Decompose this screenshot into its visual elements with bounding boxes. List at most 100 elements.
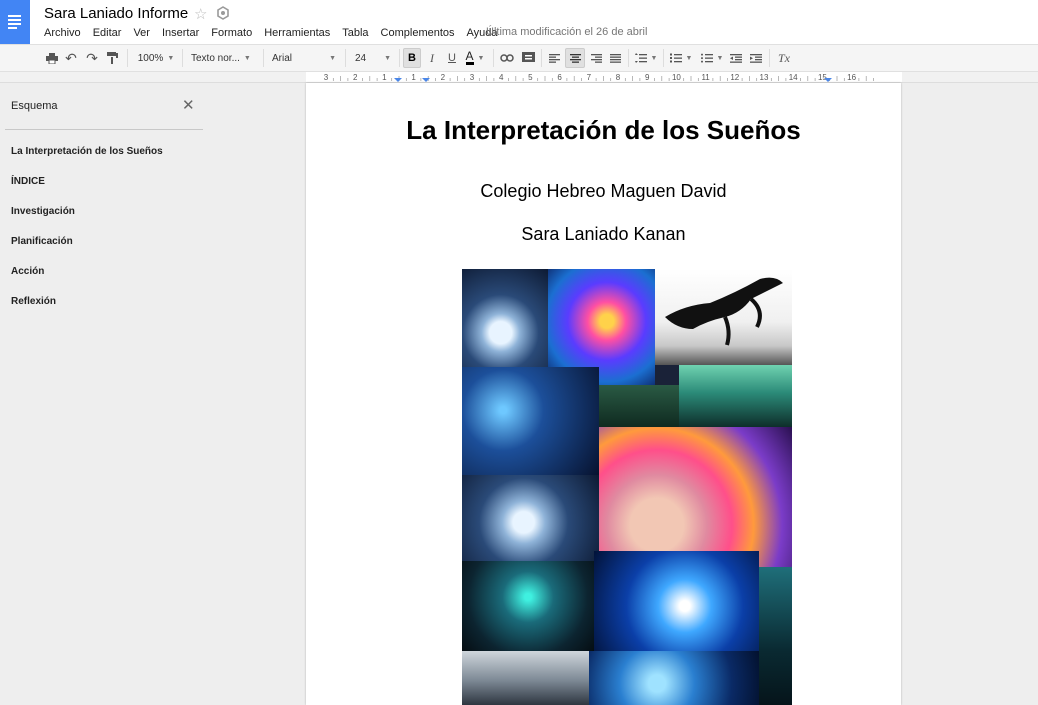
- print-icon[interactable]: [44, 48, 60, 68]
- numbered-list-icon[interactable]: ▼: [667, 48, 695, 68]
- ruler-tick-label: 11: [701, 73, 710, 82]
- align-right-icon[interactable]: [587, 48, 605, 68]
- insert-comment-icon[interactable]: [519, 48, 537, 68]
- outline-item-planificacion[interactable]: Planificación: [11, 236, 73, 247]
- collage-tile-woman-face-nebula: [599, 427, 792, 567]
- chevron-down-icon: ▼: [716, 54, 724, 62]
- move-to-folder-icon[interactable]: [215, 6, 231, 20]
- document-title[interactable]: Sara Laniado Informe: [44, 5, 188, 22]
- document-heading[interactable]: La Interpretación de los Sueños: [306, 115, 901, 146]
- outline-item-investigacion[interactable]: Investigación: [11, 206, 75, 217]
- ruler-tick-label: 4: [499, 73, 504, 82]
- outline-item-indice[interactable]: ÍNDICE: [11, 176, 45, 187]
- docs-app: Sara Laniado Informe ☆ Archivo Editar Ve…: [0, 0, 1038, 705]
- menu-archivo[interactable]: Archivo: [44, 27, 81, 41]
- align-center-icon[interactable]: [565, 48, 585, 68]
- style-value: Texto nor...: [191, 52, 240, 64]
- bold-button[interactable]: B: [403, 48, 421, 68]
- collage-tile-dream-orb: [462, 269, 548, 367]
- menu-ver[interactable]: Ver: [133, 27, 150, 41]
- clear-formatting-button[interactable]: Tx: [774, 48, 794, 68]
- line-spacing-icon[interactable]: ▼: [633, 48, 659, 68]
- ruler-tick-label: 10: [672, 73, 681, 82]
- ruler-tick-label: 6: [557, 73, 562, 82]
- document-author[interactable]: Sara Laniado Kanan: [306, 224, 901, 245]
- ruler-tick-label: 3: [324, 73, 329, 82]
- ruler-tick-label: 14: [789, 73, 798, 82]
- collage-tile-sleeping-man: [462, 651, 589, 705]
- menu-complementos[interactable]: Complementos: [381, 27, 455, 41]
- font-size-value: 24: [355, 52, 367, 64]
- chevron-down-icon: ▼: [167, 54, 175, 62]
- justify-icon[interactable]: [606, 48, 624, 68]
- toolbar: ↶ ↷ 100% ▼ Texto nor... ▼ Arial ▼ 24 ▼ B I U…: [0, 44, 1038, 72]
- ruler-tick-label: 2: [353, 73, 358, 82]
- menu-formato[interactable]: Formato: [211, 27, 252, 41]
- paragraph-style-dropdown[interactable]: Texto nor... ▼: [187, 48, 259, 68]
- ruler-tick-label: 3: [470, 73, 475, 82]
- chevron-down-icon: ▼: [477, 54, 485, 62]
- collage-tile-blue-head-brain: [594, 551, 759, 651]
- ruler-tick-label: 2: [441, 73, 446, 82]
- ruler: 3 2 1 1 2 3 4 5 6 7 8 9 10 11 12 13 14 15 16: [0, 72, 1038, 83]
- header: Sara Laniado Informe ☆ Archivo Editar Ve…: [0, 0, 1038, 44]
- docs-home-icon[interactable]: [0, 0, 30, 44]
- collage-tile-electric-brain: [589, 651, 759, 705]
- document-outline-panel: Esquema ✕ La Interpretación de los Sueño…: [0, 83, 306, 705]
- collage-tile-man-in-fog: [679, 365, 792, 427]
- collage-tile-levitating-figure: [655, 269, 792, 365]
- last-modified-text[interactable]: Última modificación el 26 de abril: [486, 26, 647, 38]
- ruler-ticks: 3 2 1 1 2 3 4 5 6 7 8 9 10 11 12 13 14 15 16: [324, 73, 874, 82]
- floating-figure-silhouette: [665, 277, 783, 346]
- font-size-dropdown[interactable]: 24 ▼: [351, 48, 395, 68]
- ruler-tick-label: 16: [847, 73, 856, 82]
- collage-tile-glowing-particles: [462, 561, 594, 651]
- chevron-down-icon: ▼: [329, 54, 336, 62]
- menu-tabla[interactable]: Tabla: [342, 27, 368, 41]
- undo-icon[interactable]: ↶: [63, 48, 79, 68]
- outline-divider: [5, 129, 203, 130]
- chevron-down-icon: ▼: [650, 54, 658, 62]
- chevron-down-icon: ▼: [384, 54, 391, 62]
- menu-bar: Archivo Editar Ver Insertar Formato Herr…: [44, 27, 510, 41]
- ruler-tick-label: 1: [382, 73, 387, 82]
- cover-collage-image[interactable]: [462, 269, 792, 705]
- outline-item-titulo[interactable]: La Interpretación de los Sueños: [11, 146, 163, 157]
- collage-tile-teal-strip: [759, 567, 792, 705]
- text-color-button[interactable]: A ▼: [463, 48, 487, 68]
- outline-item-reflexion[interactable]: Reflexión: [11, 296, 56, 307]
- collage-tile-starry-water: [462, 367, 599, 475]
- document-canvas: La Interpretación de los Sueños Colegio …: [306, 83, 1038, 705]
- outline-item-accion[interactable]: Acción: [11, 266, 44, 277]
- star-icon[interactable]: ☆: [194, 5, 207, 23]
- align-left-icon[interactable]: [545, 48, 563, 68]
- chevron-down-icon: ▼: [685, 54, 693, 62]
- ruler-tick-label: 15: [818, 73, 827, 82]
- decrease-indent-icon[interactable]: [727, 48, 745, 68]
- document-school-name[interactable]: Colegio Hebreo Maguen David: [306, 181, 901, 202]
- ruler-tick-label: 8: [616, 73, 621, 82]
- collage-tile-green-city: [599, 385, 679, 427]
- redo-icon[interactable]: ↷: [84, 48, 100, 68]
- ruler-tick-label: 5: [528, 73, 533, 82]
- ruler-tick-label: 7: [587, 73, 592, 82]
- bulleted-list-icon[interactable]: ▼: [698, 48, 726, 68]
- increase-indent-icon[interactable]: [747, 48, 765, 68]
- insert-link-icon[interactable]: [498, 48, 516, 68]
- italic-button[interactable]: I: [424, 48, 440, 68]
- menu-editar[interactable]: Editar: [93, 27, 122, 41]
- text-color-letter: A: [465, 49, 474, 65]
- close-icon[interactable]: ✕: [182, 98, 195, 113]
- menu-herramientas[interactable]: Herramientas: [264, 27, 330, 41]
- zoom-dropdown[interactable]: 100% ▼: [134, 48, 178, 68]
- menu-insertar[interactable]: Insertar: [162, 27, 199, 41]
- font-dropdown[interactable]: Arial ▼: [268, 48, 340, 68]
- left-indent-marker[interactable]: [394, 78, 402, 82]
- font-value: Arial: [272, 52, 293, 64]
- chevron-down-icon: ▼: [243, 54, 251, 62]
- first-line-indent-marker[interactable]: [422, 78, 430, 82]
- paint-format-icon[interactable]: [104, 48, 120, 68]
- ruler-tick-label: 12: [730, 73, 739, 82]
- document-page[interactable]: La Interpretación de los Sueños Colegio …: [306, 83, 901, 705]
- underline-button[interactable]: U: [444, 48, 460, 68]
